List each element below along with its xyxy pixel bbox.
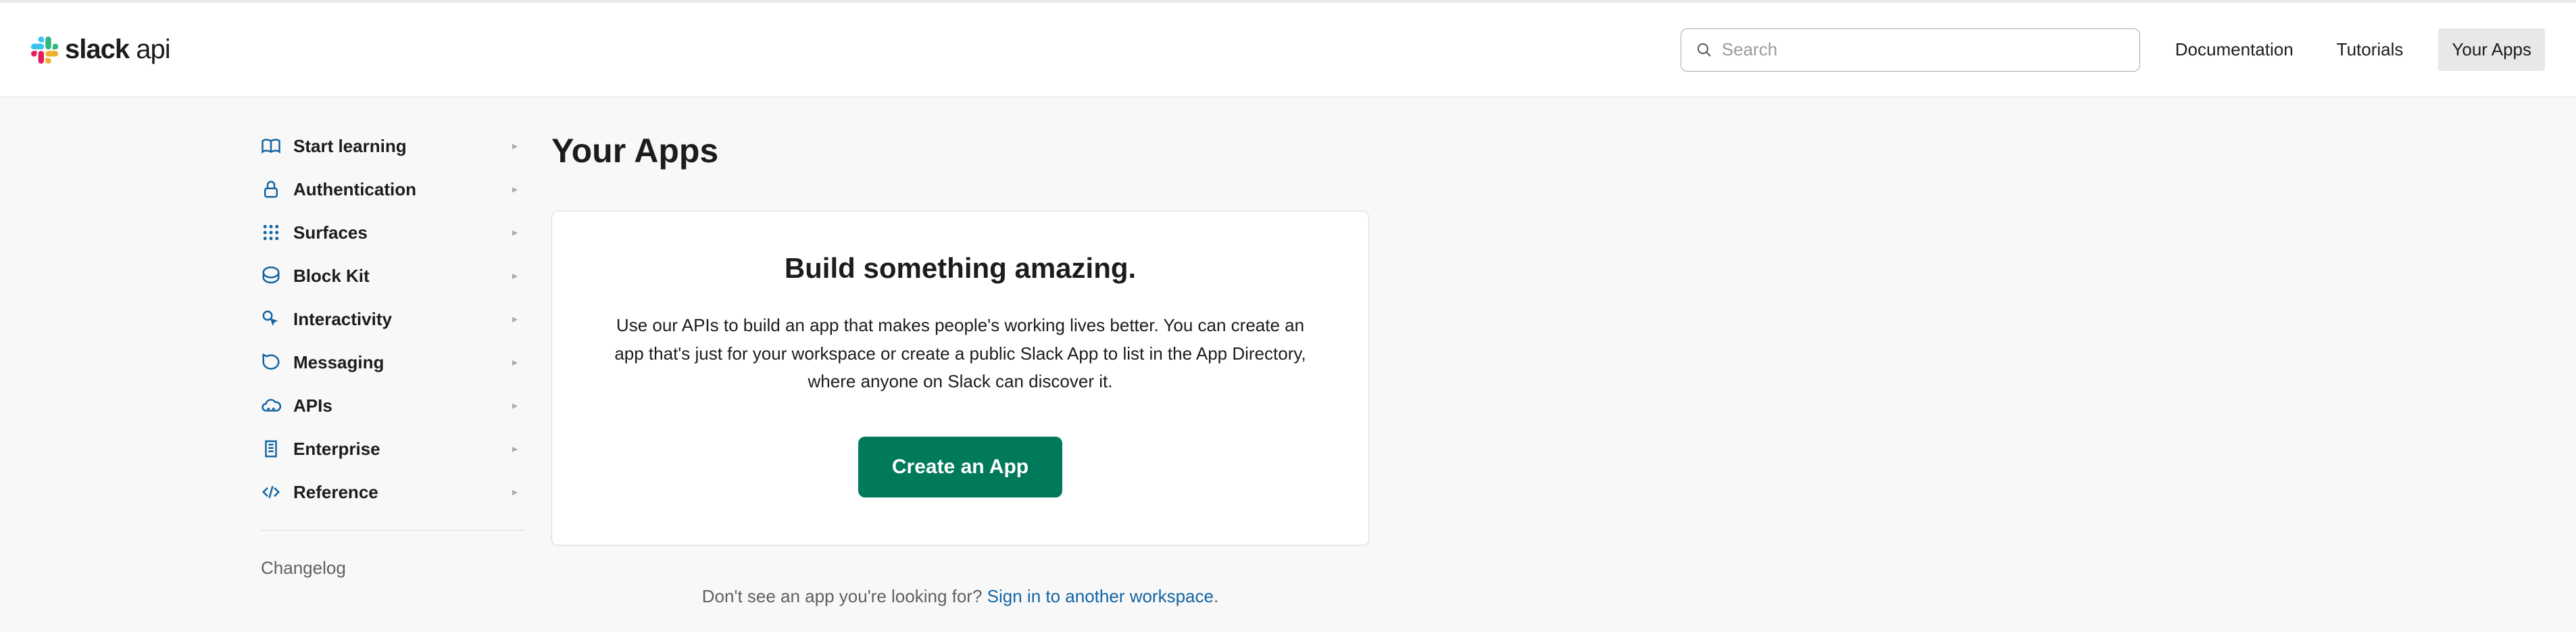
sidebar-item-label: Start learning (293, 136, 500, 157)
chevron-right-icon: ▸ (512, 442, 518, 456)
building-icon (261, 439, 281, 459)
search-icon (1696, 42, 1712, 58)
sidebar: Start learning ▸ Authentication ▸ Surfac… (254, 124, 524, 607)
create-app-button[interactable]: Create an App (858, 437, 1062, 497)
sidebar-item-label: Block Kit (293, 266, 500, 287)
logo-text: slack api (65, 34, 170, 65)
chevron-right-icon: ▸ (512, 399, 518, 412)
footer-prefix: Don't see an app you're looking for? (702, 586, 987, 606)
logo[interactable]: slack api (31, 34, 170, 65)
main-content: Your Apps Build something amazing. Use o… (524, 124, 1369, 607)
sidebar-item-apis[interactable]: APIs ▸ (261, 384, 524, 427)
search-box[interactable] (1681, 28, 2140, 72)
slack-logo-icon (31, 37, 58, 64)
message-icon (261, 352, 281, 372)
nav-tutorials[interactable]: Tutorials (2329, 28, 2412, 71)
chevron-right-icon: ▸ (512, 139, 518, 153)
sidebar-item-block-kit[interactable]: Block Kit ▸ (261, 254, 524, 297)
sidebar-item-enterprise[interactable]: Enterprise ▸ (261, 427, 524, 470)
create-app-card: Build something amazing. Use our APIs to… (551, 211, 1369, 545)
sidebar-item-interactivity[interactable]: Interactivity ▸ (261, 297, 524, 341)
footer-suffix: . (1214, 586, 1218, 606)
sidebar-item-reference[interactable]: Reference ▸ (261, 470, 524, 514)
book-icon (261, 136, 281, 156)
nav-your-apps[interactable]: Your Apps (2438, 28, 2545, 71)
sidebar-item-label: APIs (293, 395, 500, 416)
chevron-right-icon: ▸ (512, 269, 518, 283)
chevron-right-icon: ▸ (512, 312, 518, 326)
chevron-right-icon: ▸ (512, 183, 518, 196)
interactivity-icon (261, 309, 281, 329)
sidebar-item-label: Enterprise (293, 439, 500, 460)
sidebar-item-label: Authentication (293, 179, 500, 200)
grid-icon (261, 222, 281, 243)
sidebar-item-surfaces[interactable]: Surfaces ▸ (261, 211, 524, 254)
chevron-right-icon: ▸ (512, 226, 518, 239)
sidebar-item-label: Messaging (293, 352, 500, 373)
sidebar-item-messaging[interactable]: Messaging ▸ (261, 341, 524, 384)
header: slack api Documentation Tutorials Your A… (0, 3, 2576, 97)
lock-icon (261, 179, 281, 199)
block-icon (261, 266, 281, 286)
cloud-icon (261, 395, 281, 416)
card-description: Use our APIs to build an app that makes … (606, 312, 1314, 396)
sidebar-item-start-learning[interactable]: Start learning ▸ (261, 124, 524, 168)
chevron-right-icon: ▸ (512, 356, 518, 369)
sidebar-item-label: Interactivity (293, 309, 500, 330)
sidebar-item-label: Reference (293, 482, 500, 503)
sidebar-item-changelog[interactable]: Changelog (261, 558, 524, 579)
code-icon (261, 482, 281, 502)
sidebar-item-label: Surfaces (293, 222, 500, 243)
sidebar-item-authentication[interactable]: Authentication ▸ (261, 168, 524, 211)
chevron-right-icon: ▸ (512, 485, 518, 499)
sign-in-workspace-link[interactable]: Sign in to another workspace (987, 586, 1214, 606)
page-title: Your Apps (551, 131, 1369, 170)
footer-note: Don't see an app you're looking for? Sig… (551, 586, 1369, 607)
search-input[interactable] (1722, 39, 2125, 60)
card-title: Build something amazing. (606, 252, 1314, 285)
nav-documentation[interactable]: Documentation (2167, 28, 2302, 71)
